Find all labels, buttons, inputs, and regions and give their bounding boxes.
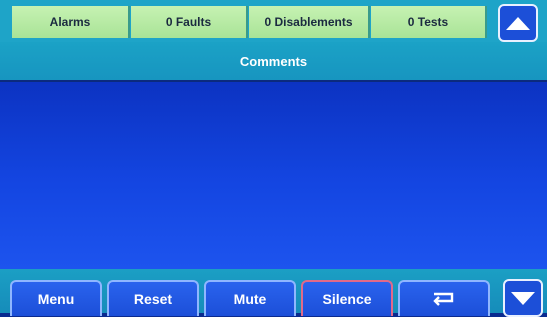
alarms-tab[interactable]: Alarms — [12, 6, 130, 38]
page-title: Comments — [239, 53, 308, 69]
faults-tab[interactable]: 0 Faults — [131, 6, 248, 38]
comments-header: Comments — [0, 42, 547, 82]
disablements-tab[interactable]: 0 Disablements — [249, 6, 370, 38]
silence-button[interactable]: Silence — [301, 280, 393, 316]
arrow-up-icon — [506, 16, 530, 30]
scroll-up-button[interactable] — [498, 4, 538, 42]
panel-screen: Alarms 0 Faults 0 Disablements 0 Tests C… — [0, 0, 547, 317]
menu-button[interactable]: Menu — [10, 280, 102, 316]
comments-content-area — [0, 82, 547, 269]
arrow-down-icon — [511, 291, 535, 305]
tests-tab[interactable]: 0 Tests — [371, 6, 487, 38]
status-bar: Alarms 0 Faults 0 Disablements 0 Tests — [0, 0, 547, 42]
enter-return-icon — [433, 292, 454, 306]
mute-button[interactable]: Mute — [204, 280, 296, 316]
reset-button[interactable]: Reset — [107, 280, 199, 316]
enter-button[interactable] — [398, 280, 490, 316]
scroll-down-button[interactable] — [503, 279, 543, 317]
